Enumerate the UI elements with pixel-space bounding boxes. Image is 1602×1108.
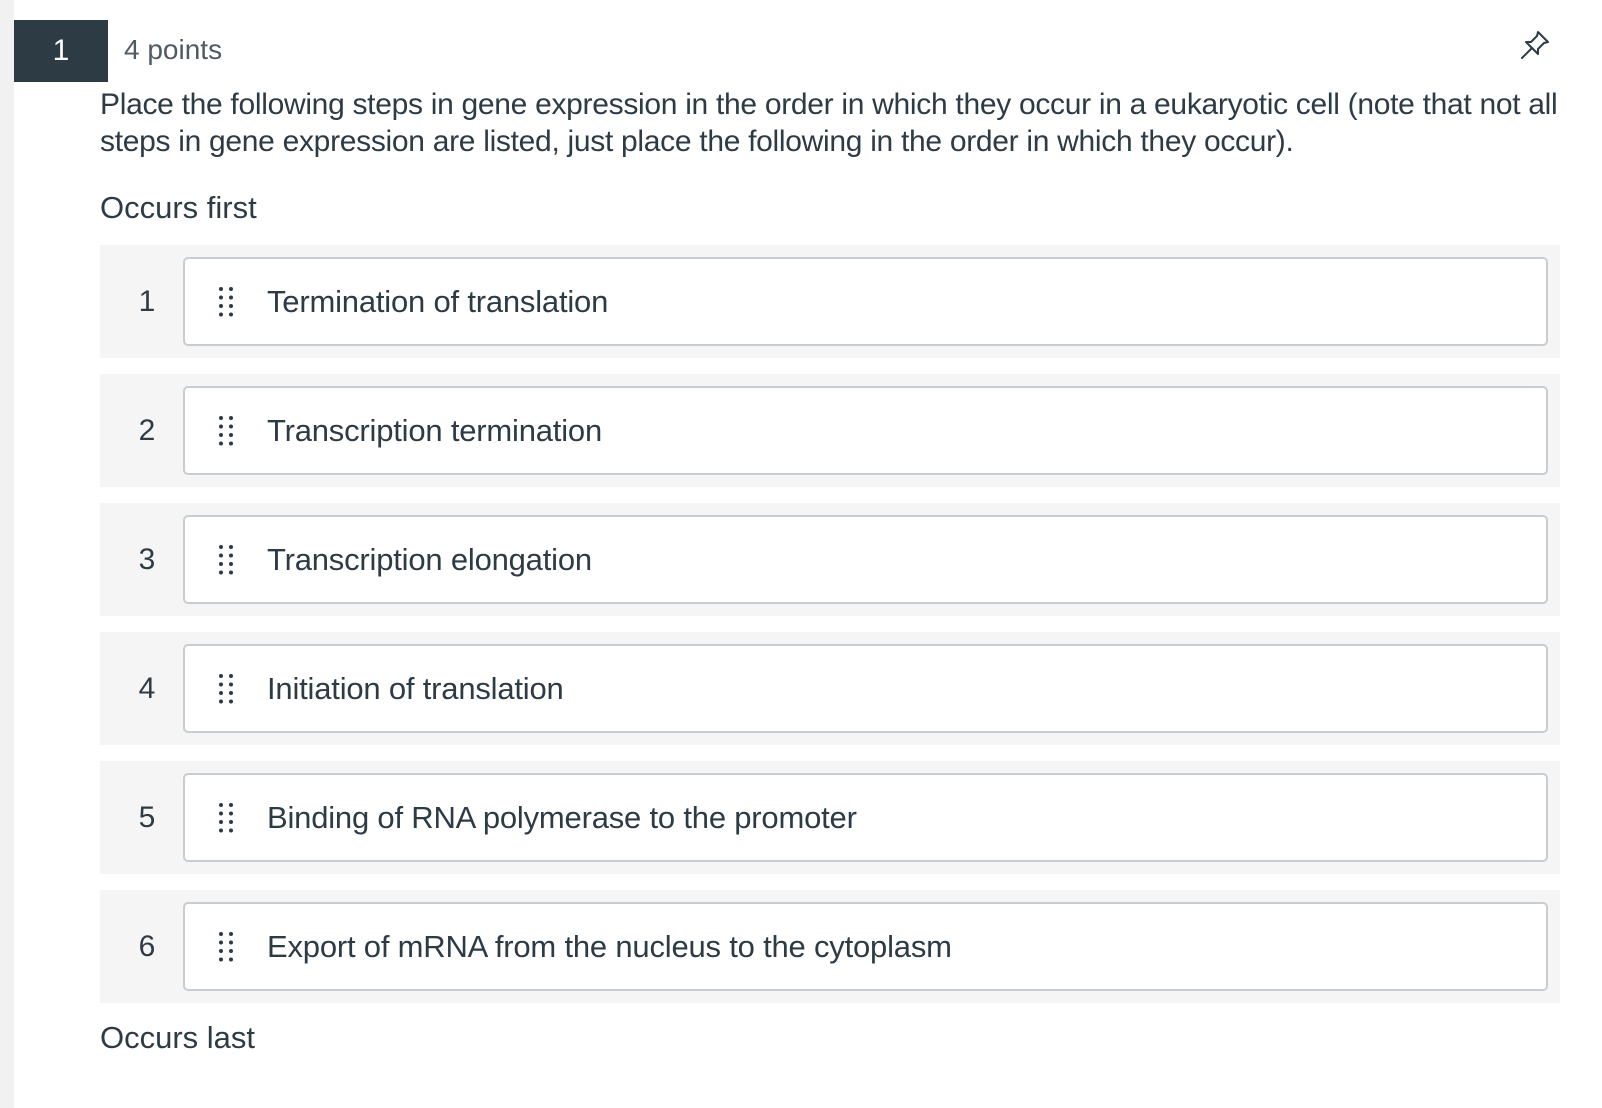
ordering-list: 1 Termination of translation 2 Transcrip… [100,245,1560,1019]
item-label: Initiation of translation [267,670,564,706]
drag-handle-icon[interactable] [185,646,267,731]
question-points: 4 points [124,34,223,65]
draggable-item[interactable]: Termination of translation [183,257,1548,346]
drag-handle-icon[interactable] [185,775,267,860]
pin-icon [1518,28,1552,67]
slot-number: 5 [138,800,156,834]
slot-number: 2 [138,413,156,447]
ordering-slot: 6 Export of mRNA from the nucleus to the… [100,890,1560,1003]
slot-number: 4 [138,671,156,705]
ordering-slot: 4 Initiation of translation [100,632,1560,745]
question-card: 1 4 points Place the following steps in … [14,0,1602,1108]
draggable-item[interactable]: Transcription termination [183,386,1548,475]
pin-button[interactable] [1516,28,1554,66]
slot-number: 6 [138,929,156,963]
ordering-slot: 3 Transcription elongation [100,503,1560,616]
drag-handle-icon[interactable] [185,259,267,344]
item-label: Termination of translation [267,283,609,319]
item-label: Export of mRNA from the nucleus to the c… [267,928,952,964]
item-label: Binding of RNA polymerase to the promote… [267,799,857,835]
occurs-first-label: Occurs first [100,190,257,225]
ordering-slot: 1 Termination of translation [100,245,1560,358]
question-number: 1 [14,20,108,82]
item-label: Transcription elongation [267,541,592,577]
occurs-last-label: Occurs last [100,1020,256,1055]
ordering-slot: 5 Binding of RNA polymerase to the promo… [100,761,1560,874]
draggable-item[interactable]: Export of mRNA from the nucleus to the c… [183,902,1548,991]
draggable-item[interactable]: Transcription elongation [183,515,1548,604]
draggable-item[interactable]: Binding of RNA polymerase to the promote… [183,773,1548,862]
drag-handle-icon[interactable] [185,388,267,473]
slot-number: 1 [138,284,156,318]
ordering-slot: 2 Transcription termination [100,374,1560,487]
item-label: Transcription termination [267,412,602,448]
drag-handle-icon[interactable] [185,517,267,602]
question-prompt: Place the following steps in gene expres… [100,88,1558,158]
draggable-item[interactable]: Initiation of translation [183,644,1548,733]
left-rail [0,0,14,1108]
drag-handle-icon[interactable] [185,904,267,989]
slot-number: 3 [138,542,156,576]
